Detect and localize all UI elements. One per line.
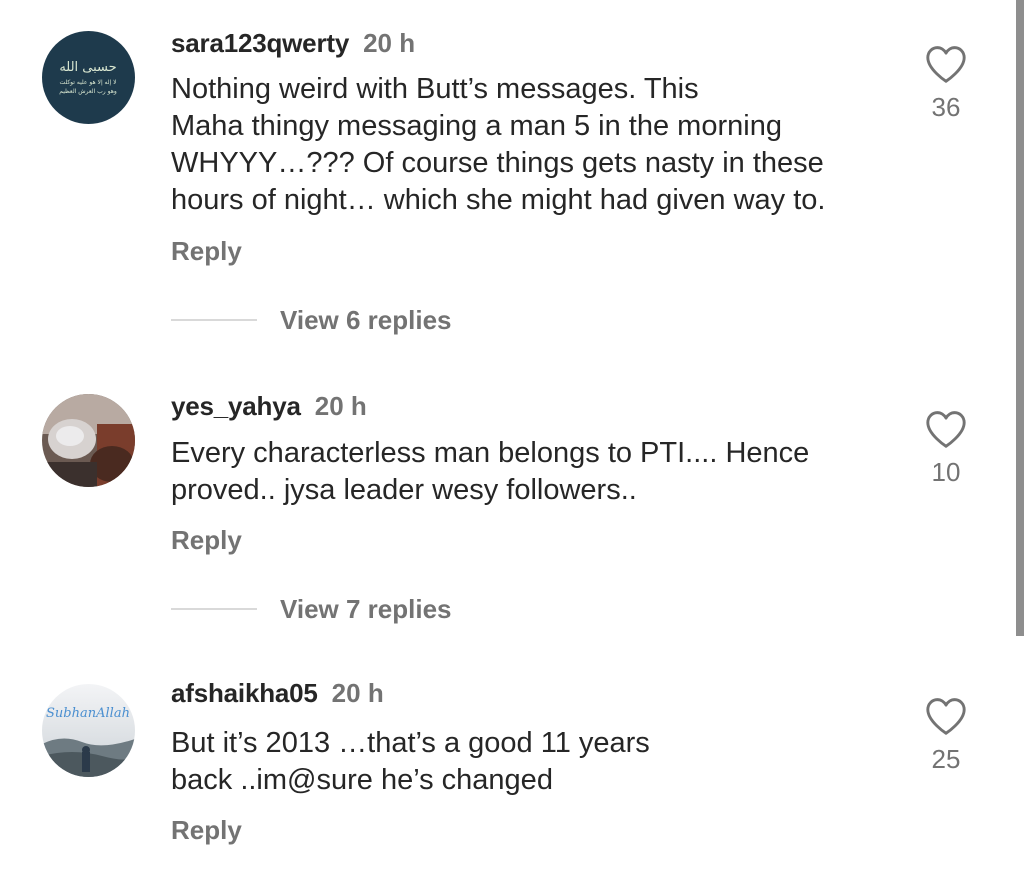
like-button[interactable]: 25 — [916, 696, 976, 774]
reply-button[interactable]: Reply — [171, 525, 242, 555]
comment-text: Every characterless man belongs to PTI..… — [171, 437, 810, 506]
comment-timestamp: 20 h — [331, 678, 384, 708]
comment-text: Nothing weird with Butt’s messages. This… — [171, 73, 826, 216]
scrollbar[interactable] — [1016, 0, 1024, 636]
photo-avatar-image — [42, 394, 135, 487]
view-replies-button[interactable]: View 7 replies — [171, 594, 452, 624]
divider-line — [171, 608, 257, 610]
comment-timestamp: 20 h — [314, 391, 367, 421]
heart-outline-icon — [926, 698, 966, 735]
comment-header: sara123qwerty 20 h — [171, 28, 415, 58]
reply-button[interactable]: Reply — [171, 815, 242, 845]
view-replies-label: View 7 replies — [280, 593, 452, 624]
comment-timestamp: 20 h — [363, 28, 416, 58]
like-count: 25 — [931, 744, 961, 774]
avatar-calligraphy-line: حسبی الله — [59, 60, 116, 75]
avatar[interactable]: SubhanAllah — [42, 684, 135, 777]
avatar-calligraphy-line: وهو رب العرش العظيم — [59, 88, 117, 95]
heart-outline-icon — [926, 411, 966, 448]
view-replies-button[interactable]: View 6 replies — [171, 305, 452, 335]
comment-header: afshaikha05 20 h — [171, 678, 384, 708]
heart-outline-icon — [926, 46, 966, 83]
view-replies-label: View 6 replies — [280, 304, 452, 335]
like-count: 36 — [931, 92, 961, 122]
username-link[interactable]: afshaikha05 — [171, 678, 318, 708]
avatar-calligraphy-line: لا إله إلا هو عليه توكلت — [59, 79, 116, 86]
landscape-avatar-image: SubhanAllah — [42, 684, 135, 777]
avatar[interactable]: حسبی الله لا إله إلا هو عليه توكلت وهو ر… — [42, 31, 135, 124]
arabic-calligraphy-avatar-image: حسبی الله لا إله إلا هو عليه توكلت وهو ر… — [42, 31, 135, 124]
reply-button[interactable]: Reply — [171, 236, 242, 266]
username-link[interactable]: sara123qwerty — [171, 28, 349, 58]
comment-text: But it’s 2013 …that’s a good 11 years ba… — [171, 727, 650, 796]
divider-line — [171, 319, 257, 321]
comments-page: حسبی الله لا إله إلا هو عليه توكلت وهو ر… — [0, 0, 1024, 876]
avatar-caption: SubhanAllah — [46, 706, 130, 721]
like-count: 10 — [931, 457, 961, 487]
avatar[interactable] — [42, 394, 135, 487]
like-button[interactable]: 10 — [916, 409, 976, 487]
username-link[interactable]: yes_yahya — [171, 391, 301, 421]
comment-header: yes_yahya 20 h — [171, 391, 367, 421]
like-button[interactable]: 36 — [916, 44, 976, 122]
